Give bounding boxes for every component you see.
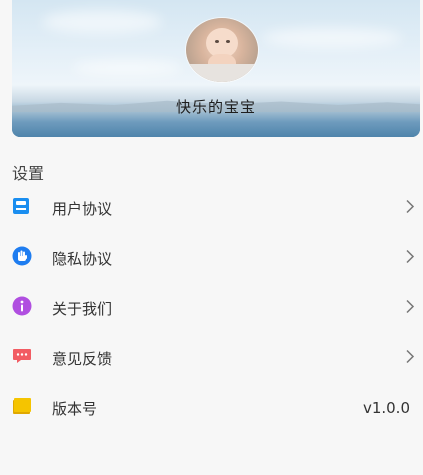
user-agreement-icon: [12, 197, 30, 219]
version-value: v1.0.0: [362, 399, 410, 417]
chevron-right-icon: [405, 299, 415, 318]
menu-item-version: 版本号 v1.0.0: [0, 388, 423, 428]
settings-section-title: 设置: [12, 164, 45, 183]
avatar[interactable]: [186, 18, 258, 82]
chevron-right-icon: [405, 249, 415, 268]
menu-item-privacy-agreement[interactable]: 隐私协议: [0, 238, 423, 278]
username: 快乐的宝宝: [175, 98, 256, 116]
menu-item-label: 用户协议: [52, 199, 113, 218]
chevron-right-icon: [405, 349, 415, 368]
privacy-hand-icon: [12, 246, 32, 270]
info-icon: [12, 296, 32, 320]
menu-item-feedback[interactable]: 意见反馈: [0, 338, 423, 378]
profile-header: 快乐的宝宝: [12, 0, 420, 137]
menu-item-label: 关于我们: [52, 299, 113, 318]
menu-item-label: 版本号: [52, 399, 98, 418]
menu-item-about-us[interactable]: 关于我们: [0, 288, 423, 328]
menu-item-user-agreement[interactable]: 用户协议: [0, 188, 423, 228]
menu-item-label: 意见反馈: [52, 349, 113, 368]
menu-item-label: 隐私协议: [52, 249, 113, 268]
version-note-icon: [12, 397, 32, 419]
feedback-chat-icon: [12, 347, 32, 369]
chevron-right-icon: [405, 199, 415, 218]
